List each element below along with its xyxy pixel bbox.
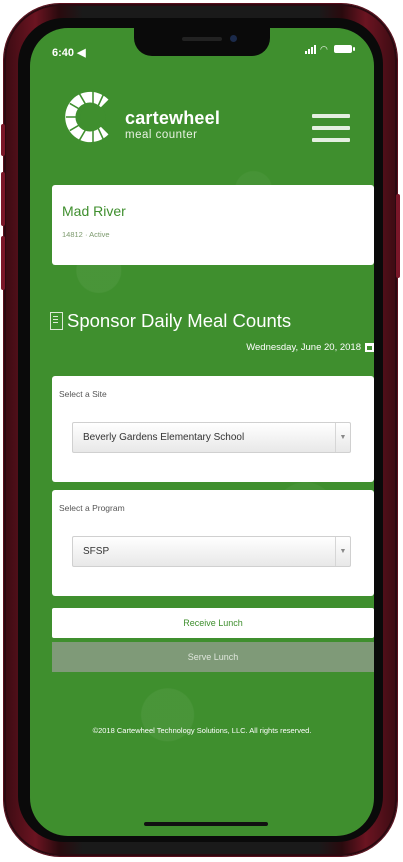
program-select-value: SFSP — [83, 546, 110, 557]
organization-name: Mad River — [62, 203, 126, 219]
selected-date: Wednesday, June 20, 2018 — [246, 342, 361, 353]
phone-volume-up — [1, 172, 5, 226]
notch — [134, 28, 270, 56]
phone-side-button — [1, 124, 5, 156]
battery-icon — [334, 45, 355, 53]
brand-subtitle: meal counter — [125, 129, 198, 141]
chevron-down-icon: ▼ — [335, 423, 350, 452]
date-picker[interactable]: Wednesday, June 20, 2018 — [246, 342, 374, 353]
site-select-label: Select a Site — [59, 389, 107, 399]
chevron-down-icon: ▼ — [335, 537, 350, 566]
status-time: 6:40 ◀ — [52, 47, 86, 59]
front-camera — [230, 35, 237, 42]
menu-line-icon — [312, 126, 350, 130]
app-screen: 6:40 ◀ ◠ cartewheel meal counter Mad Riv… — [30, 28, 374, 836]
menu-line-icon — [312, 138, 350, 142]
program-select-label: Select a Program — [59, 503, 125, 513]
copyright-footer: ©2018 Cartewheel Technology Solutions, L… — [92, 726, 312, 735]
organization-card[interactable]: Mad River 14812 · Active — [52, 185, 374, 265]
site-select[interactable]: Beverly Gardens Elementary School ▼ — [72, 422, 351, 453]
serve-lunch-button[interactable]: Serve Lunch — [52, 642, 374, 672]
home-indicator[interactable] — [144, 822, 268, 826]
app-header: cartewheel meal counter — [30, 80, 374, 170]
wifi-icon: ◠ — [320, 44, 328, 54]
signal-icon — [305, 44, 316, 54]
document-icon — [50, 312, 63, 330]
site-select-value: Beverly Gardens Elementary School — [83, 432, 245, 443]
site-select-card: Select a Site Beverly Gardens Elementary… — [52, 376, 374, 482]
hamburger-menu-button[interactable] — [312, 114, 350, 142]
program-select[interactable]: SFSP ▼ — [72, 536, 351, 567]
phone-volume-down — [1, 236, 5, 290]
menu-line-icon — [312, 114, 350, 118]
speaker-grille — [182, 37, 222, 41]
page-title-row: Sponsor Daily Meal Counts — [50, 310, 291, 332]
page-title: Sponsor Daily Meal Counts — [67, 310, 292, 331]
cartewheel-logo-icon — [65, 89, 109, 145]
phone-power-button — [396, 194, 400, 278]
brand-name: cartewheel — [125, 108, 221, 128]
calendar-icon[interactable] — [365, 343, 374, 352]
receive-lunch-button[interactable]: Receive Lunch — [52, 608, 374, 638]
status-icons: ◠ — [305, 44, 355, 54]
program-select-card: Select a Program SFSP ▼ — [52, 490, 374, 596]
organization-status: 14812 · Active — [62, 230, 110, 239]
